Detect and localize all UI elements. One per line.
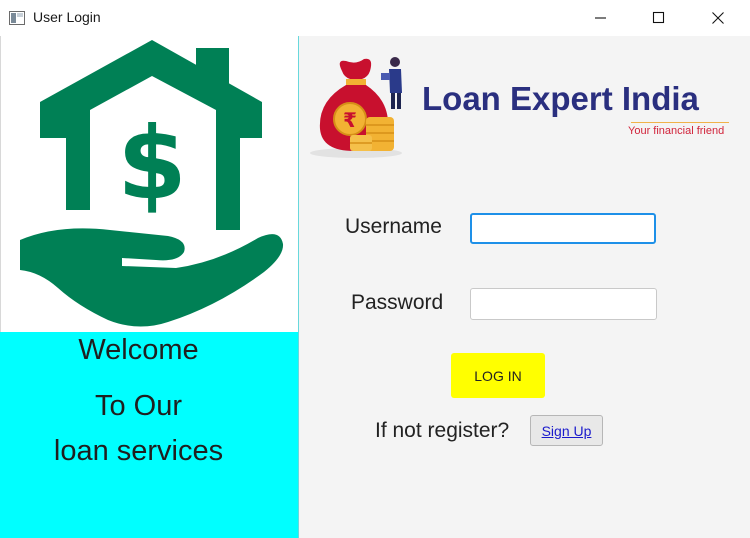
close-icon <box>712 12 724 24</box>
minimize-icon <box>595 17 606 19</box>
login-button[interactable]: LOG IN <box>451 353 545 398</box>
username-label: Username <box>345 215 442 238</box>
close-button[interactable] <box>690 0 748 36</box>
svg-text:₹: ₹ <box>343 108 357 132</box>
signup-button[interactable]: Sign Up <box>530 415 603 446</box>
brand-underline <box>631 122 729 123</box>
title-bar: User Login <box>0 0 750 36</box>
welcome-subtitle-line1: To Our <box>94 390 183 422</box>
welcome-heading: Welcome <box>78 334 199 366</box>
app-icon <box>9 11 25 25</box>
password-label: Password <box>351 291 444 314</box>
window-title: User Login <box>33 9 101 25</box>
welcome-panel: Welcome To Our loan services <box>0 332 299 538</box>
welcome-subtitle-line2: loan services <box>53 435 224 467</box>
money-bag-coins-icon: ₹ <box>310 57 402 158</box>
brand-tagline: Your financial friend <box>628 125 725 137</box>
svg-text:$: $ <box>117 105 187 222</box>
brand-name: Loan Expert India <box>422 80 699 117</box>
register-prompt: If not register? <box>375 419 510 442</box>
maximize-button[interactable] <box>631 0 689 36</box>
login-panel: ₹ Loan Expert India Your financial frien… <box>299 36 750 538</box>
password-input[interactable] <box>470 288 657 320</box>
house-dollar-hand-icon: $ <box>20 40 284 327</box>
username-input[interactable] <box>470 213 656 244</box>
maximize-icon <box>652 11 665 24</box>
illustration-panel: $ <box>0 36 299 332</box>
minimize-button[interactable] <box>573 0 631 36</box>
